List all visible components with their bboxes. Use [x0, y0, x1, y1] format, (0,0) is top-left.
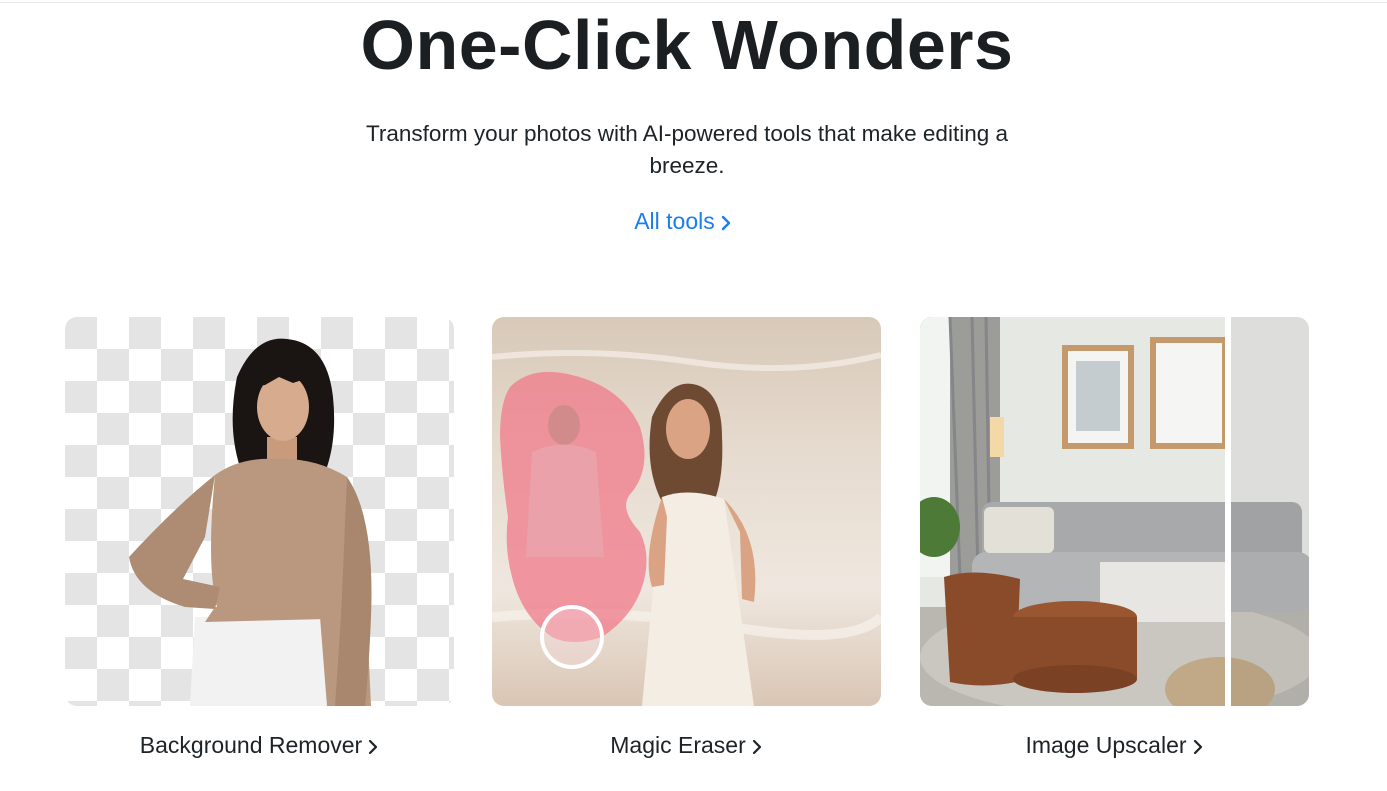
- background-remover-link[interactable]: Background Remover: [65, 730, 454, 760]
- image-upscaler-preview-image: [920, 317, 1309, 706]
- image-upscaler-link[interactable]: Image Upscaler: [920, 730, 1309, 760]
- chevron-right-icon: [752, 739, 761, 755]
- image-upscaler-card[interactable]: [920, 317, 1309, 706]
- image-upscaler-label: Image Upscaler: [1025, 732, 1187, 758]
- chevron-right-icon: [721, 215, 730, 231]
- chevron-right-icon: [369, 739, 378, 755]
- page-title: One-Click Wonders: [360, 6, 1014, 84]
- magic-eraser-label: Magic Eraser: [610, 732, 746, 758]
- magic-eraser-preview-image: [492, 317, 881, 706]
- magic-eraser-link[interactable]: Magic Eraser: [492, 730, 881, 760]
- all-tools-label: All tools: [634, 208, 715, 234]
- background-remover-card[interactable]: [65, 317, 454, 706]
- hero-subtitle: Transform your photos with AI-powered to…: [366, 121, 1008, 178]
- all-tools-link[interactable]: All tools: [0, 206, 1366, 236]
- background-remover-preview-image: [65, 317, 454, 706]
- chevron-right-icon: [1193, 739, 1202, 755]
- magic-eraser-card[interactable]: [492, 317, 881, 706]
- background-remover-label: Background Remover: [139, 732, 363, 758]
